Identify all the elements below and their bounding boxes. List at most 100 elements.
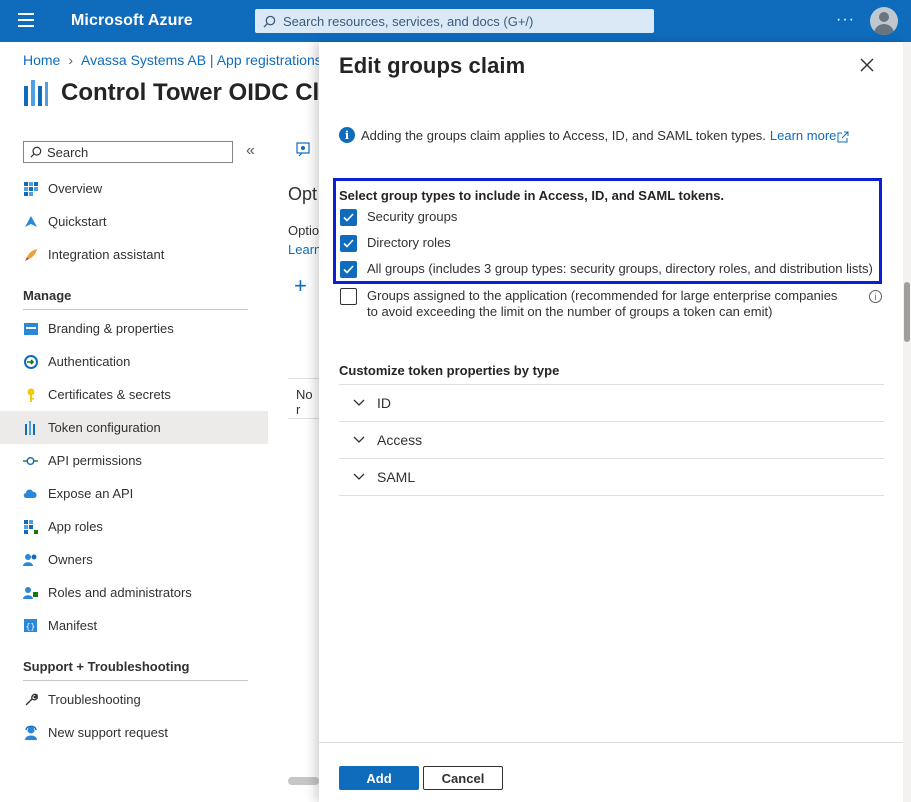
chevron-down-icon bbox=[353, 399, 365, 406]
external-link-icon bbox=[837, 131, 849, 142]
breadcrumb-home[interactable]: Home bbox=[23, 52, 60, 68]
nav-item-label: Integration assistant bbox=[48, 247, 165, 262]
panel-title: Edit groups claim bbox=[339, 53, 526, 78]
manifest-icon: {} bbox=[23, 618, 38, 633]
accordion-access[interactable]: Access bbox=[339, 421, 884, 458]
feedback-icon[interactable] bbox=[296, 142, 312, 158]
checkbox-label: Groups assigned to the application (reco… bbox=[367, 288, 838, 319]
menu-search-input[interactable]: Search bbox=[23, 141, 233, 163]
nav-item-label: Token configuration bbox=[48, 420, 161, 435]
nav-item-manifest[interactable]: {} Manifest bbox=[0, 609, 268, 642]
horizontal-scrollbar[interactable] bbox=[288, 777, 319, 785]
cancel-button[interactable]: Cancel bbox=[423, 766, 503, 790]
breadcrumb: Home › Avassa Systems AB | App registratio… bbox=[23, 52, 322, 68]
pane-description: Optio bbox=[288, 223, 320, 238]
nav-item-owners[interactable]: Owners bbox=[0, 543, 268, 576]
nav-item-label: Roles and administrators bbox=[48, 585, 192, 600]
all-groups-checkbox-row[interactable]: All groups (includes 3 group types: secu… bbox=[340, 261, 873, 278]
menu-search-label: Search bbox=[47, 144, 89, 160]
svg-text:{}: {} bbox=[26, 622, 36, 631]
breadcrumb-app-registrations[interactable]: Avassa Systems AB | App registrations bbox=[81, 52, 322, 68]
nav-item-token-configuration[interactable]: Token configuration bbox=[0, 411, 268, 444]
accordion-label: Access bbox=[377, 432, 423, 448]
checkbox-label: Security groups bbox=[367, 209, 458, 224]
accordion-divider bbox=[339, 495, 884, 496]
nav-item-certificates[interactable]: Certificates & secrets bbox=[0, 378, 268, 411]
app-roles-icon bbox=[23, 519, 38, 534]
overview-icon bbox=[23, 181, 38, 196]
security-groups-checkbox-row[interactable]: Security groups bbox=[340, 209, 457, 226]
token-configuration-icon bbox=[23, 420, 38, 435]
nav-item-quickstart[interactable]: Quickstart bbox=[0, 205, 268, 238]
vertical-scrollbar[interactable] bbox=[903, 42, 911, 802]
brand-title[interactable]: Microsoft Azure bbox=[71, 12, 193, 30]
scrollbar-thumb[interactable] bbox=[904, 282, 910, 342]
nav-item-label: Manifest bbox=[48, 618, 98, 633]
menu-icon[interactable] bbox=[18, 13, 34, 27]
wrench-icon bbox=[23, 692, 38, 707]
customize-token-title: Customize token properties by type bbox=[339, 363, 560, 378]
nav-item-troubleshooting[interactable]: Troubleshooting bbox=[0, 683, 268, 716]
group-types-title: Select group types to include in Access,… bbox=[339, 188, 725, 203]
page-title: Control Tower OIDC Clie bbox=[23, 78, 339, 108]
checkbox-label: All groups (includes 3 group types: secu… bbox=[367, 261, 873, 276]
accordion-id[interactable]: ID bbox=[339, 384, 884, 421]
nav-item-expose-api[interactable]: Expose an API bbox=[0, 477, 268, 510]
api-permissions-icon bbox=[23, 453, 38, 468]
pane-empty-text: No r bbox=[296, 387, 313, 417]
nav-item-label: Certificates & secrets bbox=[48, 387, 171, 402]
nav-item-label: New support request bbox=[48, 725, 168, 740]
chevron-down-icon bbox=[353, 436, 365, 443]
nav-item-roles-administrators[interactable]: Roles and administrators bbox=[0, 576, 268, 609]
info-icon[interactable]: i bbox=[869, 290, 882, 303]
learn-more-link[interactable]: Learn more bbox=[770, 128, 836, 143]
pane-divider bbox=[288, 378, 320, 379]
quickstart-icon bbox=[23, 214, 38, 229]
manage-heading: Manage bbox=[23, 288, 248, 310]
token-configuration-pane: Opt Optio Learn + No r bbox=[268, 128, 321, 802]
nav-item-label: Owners bbox=[48, 552, 93, 567]
cloud-icon bbox=[23, 486, 38, 501]
add-button[interactable]: Add bbox=[339, 766, 419, 790]
nav-item-label: Overview bbox=[48, 181, 103, 196]
accordion-label: SAML bbox=[377, 469, 416, 485]
checkbox-checked-icon[interactable] bbox=[340, 209, 357, 226]
nav-item-label: Branding & properties bbox=[48, 321, 174, 336]
checkbox-checked-icon[interactable] bbox=[340, 261, 357, 278]
directory-roles-checkbox-row[interactable]: Directory roles bbox=[340, 235, 451, 252]
global-search-placeholder: Search resources, services, and docs (G+… bbox=[283, 13, 534, 29]
nav-item-label: API permissions bbox=[48, 453, 142, 468]
add-claim-icon[interactable]: + bbox=[294, 273, 307, 299]
panel-footer: Add Cancel bbox=[319, 742, 905, 802]
support-agent-icon bbox=[23, 725, 38, 740]
branding-icon bbox=[23, 321, 38, 336]
nav-item-api-permissions[interactable]: API permissions bbox=[0, 444, 268, 477]
nav-item-label: Quickstart bbox=[48, 214, 107, 229]
groups-assigned-checkbox-row[interactable]: Groups assigned to the application (reco… bbox=[340, 288, 840, 320]
authentication-icon bbox=[23, 354, 38, 369]
search-icon bbox=[30, 146, 42, 158]
close-icon[interactable] bbox=[859, 57, 875, 73]
nav-item-app-roles[interactable]: App roles bbox=[0, 510, 268, 543]
support-heading: Support + Troubleshooting bbox=[23, 659, 248, 681]
app-title: Control Tower OIDC Clie bbox=[61, 79, 340, 106]
nav-item-branding[interactable]: Branding & properties bbox=[0, 312, 268, 345]
info-icon: i bbox=[339, 127, 355, 143]
nav-item-integration-assistant[interactable]: Integration assistant bbox=[0, 238, 268, 271]
nav-item-new-support-request[interactable]: New support request bbox=[0, 716, 268, 749]
checkbox-unchecked-icon[interactable] bbox=[340, 288, 357, 305]
more-icon[interactable]: ··· bbox=[836, 11, 855, 29]
pane-divider bbox=[288, 418, 320, 419]
collapse-menu-icon[interactable]: « bbox=[246, 142, 255, 160]
nav-item-overview[interactable]: Overview bbox=[0, 172, 268, 205]
key-icon bbox=[23, 387, 38, 402]
avatar[interactable] bbox=[870, 7, 898, 35]
nav-item-authentication[interactable]: Authentication bbox=[0, 345, 268, 378]
global-search-input[interactable]: Search resources, services, and docs (G+… bbox=[255, 9, 654, 33]
rocket-icon bbox=[23, 247, 38, 262]
info-message: i Adding the groups claim applies to Acc… bbox=[339, 127, 849, 143]
checkbox-checked-icon[interactable] bbox=[340, 235, 357, 252]
info-text: Adding the groups claim applies to Acces… bbox=[361, 127, 766, 143]
accordion-saml[interactable]: SAML bbox=[339, 458, 884, 495]
pane-learn-link[interactable]: Learn bbox=[288, 242, 321, 257]
